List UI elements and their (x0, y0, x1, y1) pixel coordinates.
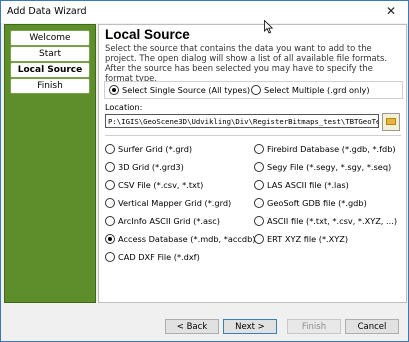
format-label: GeoSoft GDB file (*.gdb) (267, 198, 367, 208)
format-csv-radio[interactable]: CSV File (*.csv, *.txt) (105, 180, 203, 190)
format-las-radio[interactable]: LAS ASCII file (*.las) (254, 180, 349, 190)
finish-button[interactable]: Finish (287, 319, 341, 334)
radio-indicator (254, 216, 264, 226)
radio-indicator (254, 144, 264, 154)
format-label: Access Database (*.mdb, *accdb) (118, 234, 256, 244)
title-bar: Add Data Wizard ✕ (1, 1, 408, 23)
format-ascii-radio[interactable]: ASCII file (*.txt, *.csv, *.XYZ, ...) (254, 216, 397, 226)
format-arcinfo-radio[interactable]: ArcInfo ASCII Grid (*.asc) (105, 216, 220, 226)
wizard-steps: Welcome Start Local Source Finish (4, 24, 96, 303)
radio-indicator (105, 180, 115, 190)
format-3d-grid-radio[interactable]: 3D Grid (*.grd3) (105, 162, 184, 172)
multiple-source-label: Select Multiple (.grd only) (264, 85, 370, 95)
cancel-button[interactable]: Cancel (345, 319, 399, 334)
format-label: Segy File (*.segy, *.sgy, *.seq) (267, 162, 392, 172)
format-label: ERT XYZ file (*.XYZ) (267, 234, 349, 244)
format-firebird-radio[interactable]: Firebird Database (*.gdb, *.fdb) (254, 144, 396, 154)
step-welcome[interactable]: Welcome (10, 30, 90, 46)
format-geosoft-radio[interactable]: GeoSoft GDB file (*.gdb) (254, 198, 367, 208)
window-title: Add Data Wizard (7, 6, 87, 17)
radio-indicator (105, 252, 115, 262)
divider (105, 135, 401, 136)
format-label: CSV File (*.csv, *.txt) (118, 180, 204, 190)
mouse-pointer-icon (264, 20, 274, 34)
step-finish[interactable]: Finish (10, 78, 90, 94)
radio-indicator (254, 162, 264, 172)
page-description: Select the source that contains the data… (105, 43, 387, 83)
format-ert-xyz-radio[interactable]: ERT XYZ file (*.XYZ) (254, 234, 348, 244)
format-label: Surfer Grid (*.grd) (118, 144, 193, 154)
single-source-radio[interactable]: Select Single Source (All types) (109, 85, 250, 95)
radio-indicator (254, 234, 264, 244)
format-surfer-grid-radio[interactable]: Surfer Grid (*.grd) (105, 144, 192, 154)
step-start[interactable]: Start (10, 46, 90, 62)
next-button[interactable]: Next > (223, 319, 277, 334)
step-local-source[interactable]: Local Source (10, 62, 90, 78)
wizard-window: Add Data Wizard ✕ Welcome Start Local So… (0, 0, 409, 342)
format-label: 3D Grid (*.grd3) (118, 162, 184, 172)
format-label: Vertical Mapper Grid (*.grd) (118, 198, 232, 208)
format-vertical-mapper-radio[interactable]: Vertical Mapper Grid (*.grd) (105, 198, 231, 208)
page-content: Local Source Select the source that cont… (98, 24, 407, 303)
format-label: CAD DXF File (*.dxf) (118, 252, 200, 262)
single-source-label: Select Single Source (All types) (122, 85, 251, 95)
format-label: ASCII file (*.txt, *.csv, *.XYZ, ...) (267, 216, 398, 226)
radio-indicator (105, 162, 115, 172)
location-field[interactable]: P:\IGIS\GeoScene3D\Udvikling\Div\Registe… (105, 114, 379, 128)
radio-indicator (251, 85, 261, 95)
radio-indicator (105, 198, 115, 208)
radio-indicator (254, 198, 264, 208)
back-button[interactable]: < Back (165, 319, 219, 334)
radio-indicator (105, 216, 115, 226)
page-title: Local Source (105, 27, 190, 42)
open-folder-icon[interactable] (382, 113, 400, 131)
format-access-radio[interactable]: Access Database (*.mdb, *accdb) (105, 234, 255, 244)
radio-indicator (105, 234, 115, 244)
format-label: LAS ASCII file (*.las) (267, 180, 349, 190)
format-cad-dxf-radio[interactable]: CAD DXF File (*.dxf) (105, 252, 200, 262)
format-label: Firebird Database (*.gdb, *.fdb) (267, 144, 396, 154)
format-label: ArcInfo ASCII Grid (*.asc) (118, 216, 220, 226)
location-label: Location: (105, 102, 143, 112)
format-segy-radio[interactable]: Segy File (*.segy, *.sgy, *.seq) (254, 162, 391, 172)
close-icon[interactable]: ✕ (374, 1, 408, 23)
multiple-source-radio[interactable]: Select Multiple (.grd only) (251, 85, 370, 95)
radio-indicator (109, 85, 119, 95)
radio-indicator (254, 180, 264, 190)
radio-indicator (105, 144, 115, 154)
source-mode-group: Select Single Source (All types) Select … (104, 81, 403, 99)
